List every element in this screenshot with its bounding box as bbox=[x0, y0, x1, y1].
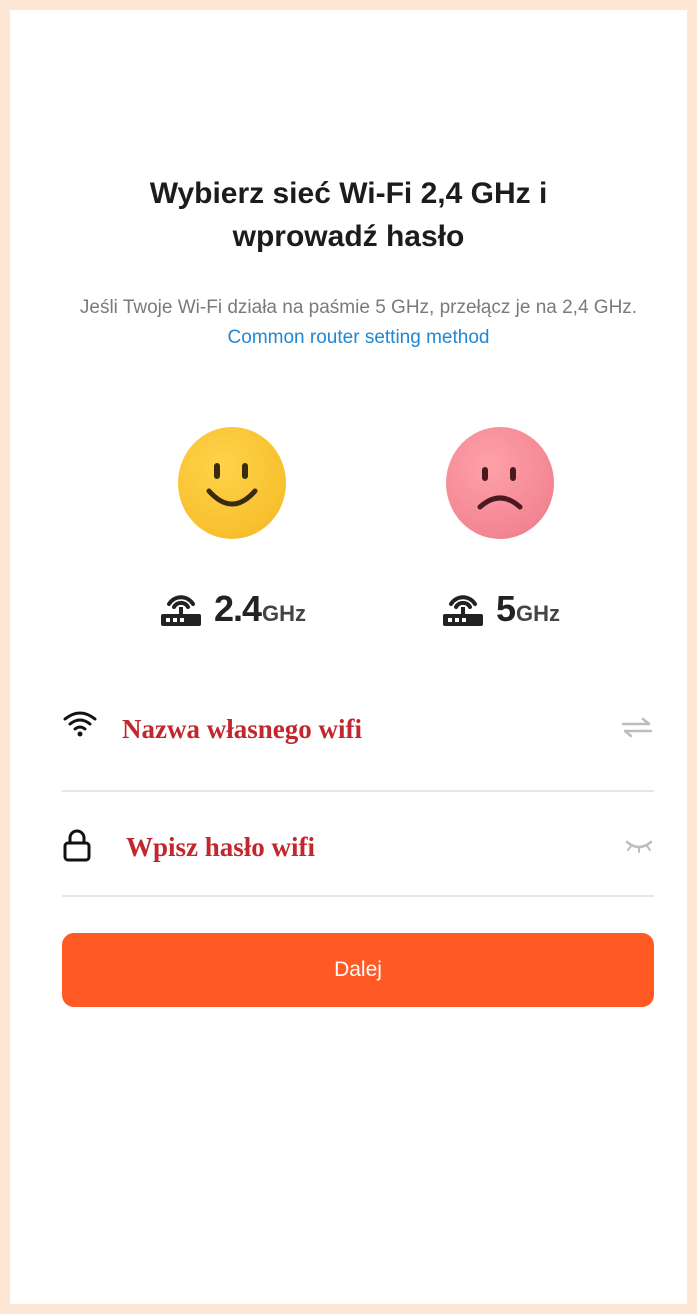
page-subtitle: Jeśli Twoje Wi-Fi działa na paśmie 5 GHz… bbox=[50, 293, 667, 353]
subtitle-text: Jeśli Twoje Wi-Fi działa na paśmie 5 GHz… bbox=[79, 297, 638, 318]
title-line-1: Wybierz sieć Wi-Fi 2,4 GHz i bbox=[149, 177, 548, 210]
password-input[interactable]: Wpisz hasło wifi bbox=[126, 832, 315, 863]
router-icon bbox=[158, 587, 204, 632]
divider bbox=[62, 895, 654, 897]
lock-icon bbox=[62, 828, 92, 867]
band-5ghz-number: 5 bbox=[495, 588, 516, 629]
next-button[interactable]: Dalej bbox=[62, 933, 654, 1007]
wifi-icon bbox=[62, 708, 98, 743]
sad-face-icon bbox=[446, 427, 554, 539]
password-field[interactable]: Wpisz hasło wifi bbox=[62, 820, 654, 880]
smiley-face-icon bbox=[178, 427, 286, 539]
band-5ghz-label: 5 GHz bbox=[380, 584, 620, 634]
router-icon bbox=[440, 587, 486, 632]
wifi-name-field[interactable]: Nazwa własnego wifi bbox=[62, 700, 654, 760]
band-24ghz-label: 2.4 GHz bbox=[112, 584, 352, 634]
band-24ghz-number: 2.4 bbox=[213, 588, 262, 629]
eye-closed-icon[interactable] bbox=[624, 836, 654, 861]
router-setting-link[interactable]: Common router setting method bbox=[228, 327, 490, 348]
switch-network-icon[interactable] bbox=[620, 716, 654, 743]
page-title: Wybierz sieć Wi-Fi 2,4 GHz i wprowadź ha… bbox=[10, 172, 687, 258]
wifi-name-input[interactable]: Nazwa własnego wifi bbox=[122, 714, 362, 745]
title-line-2: wprowadź hasło bbox=[232, 220, 465, 253]
band-24ghz-unit: GHz bbox=[262, 601, 307, 626]
divider bbox=[62, 790, 654, 792]
band-5ghz-unit: GHz bbox=[516, 601, 561, 626]
wifi-setup-screen: Wybierz sieć Wi-Fi 2,4 GHz i wprowadź ha… bbox=[10, 10, 687, 1304]
